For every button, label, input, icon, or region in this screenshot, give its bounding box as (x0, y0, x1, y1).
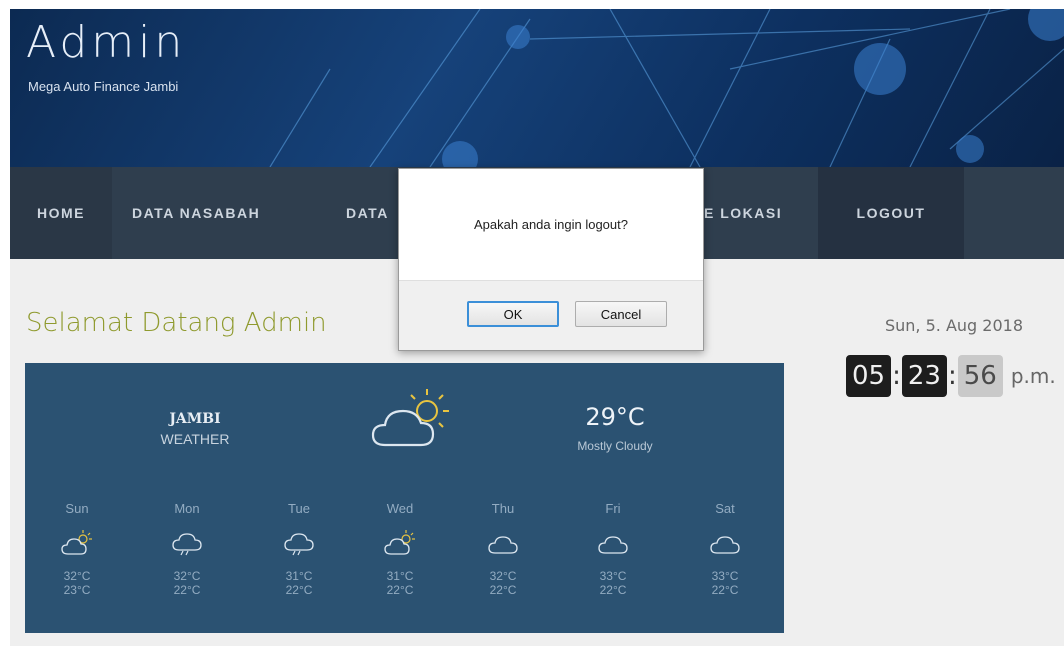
digital-clock: 05 : 23 : 56 p.m. (846, 354, 1056, 398)
dialog-message: Apakah anda ingin logout? (474, 217, 628, 232)
forecast-day-name: Sun (65, 501, 89, 516)
weather-label: WEATHER (160, 431, 230, 447)
nav-item-lokasi[interactable]: E LOKASI (704, 167, 782, 259)
forecast-day: Sun 32°C 23°C (37, 501, 117, 597)
forecast-high: 32°C (489, 569, 517, 583)
forecast-day-name: Sat (715, 501, 735, 516)
forecast-low: 23°C (63, 583, 91, 597)
forecast-low: 22°C (599, 583, 627, 597)
forecast-day: Tue 31°C 22°C (259, 501, 339, 597)
forecast-high: 33°C (711, 569, 739, 583)
weather-widget: JAMBI WEATHER 29°C Mostly Cloudy Sun 32°… (25, 363, 784, 633)
site-title: Admin (26, 17, 187, 68)
clock-seconds: 56 (957, 355, 1003, 397)
forecast-low: 22°C (173, 583, 201, 597)
nav-item-data-nasabah[interactable]: DATA NASABAH (132, 167, 260, 259)
current-condition: Mostly Cloudy (577, 439, 653, 453)
ok-button[interactable]: OK (467, 301, 559, 327)
forecast-low: 22°C (489, 583, 517, 597)
forecast-day-name: Thu (491, 501, 515, 516)
cloud-rain-icon (172, 533, 202, 556)
forecast-day: Mon 32°C 22°C (147, 501, 227, 597)
cloud-icon (710, 536, 740, 554)
nav-item-home[interactable]: HOME (10, 167, 112, 259)
cloud-icon (598, 536, 628, 554)
forecast-low: 22°C (711, 583, 739, 597)
welcome-heading: Selamat Datang Admin (26, 308, 327, 338)
forecast-day: Thu 32°C 22°C (463, 501, 543, 597)
cloud-sun-icon (384, 530, 415, 555)
forecast-low: 22°C (285, 583, 313, 597)
current-date: Sun, 5. Aug 2018 (884, 316, 1023, 335)
clock-minutes: 23 (901, 355, 947, 397)
dialog-footer: OK Cancel (399, 280, 703, 350)
forecast-day: Wed 31°C 22°C (360, 501, 440, 597)
cloud-icon (488, 536, 518, 554)
forecast-day: Fri 33°C 22°C (573, 501, 653, 597)
nav-item-data[interactable]: DATA (346, 167, 389, 259)
forecast-high: 31°C (285, 569, 313, 583)
cloud-sun-icon (371, 389, 449, 447)
logout-confirm-dialog: Apakah anda ingin logout? OK Cancel (398, 168, 704, 351)
site-subtitle: Mega Auto Finance Jambi (28, 79, 179, 94)
clock-ampm: p.m. (1010, 364, 1056, 388)
clock-separator: : (947, 361, 957, 391)
nav-item-logout[interactable]: LOGOUT (818, 167, 964, 259)
clock-separator: : (892, 361, 901, 391)
forecast-high: 32°C (63, 569, 91, 583)
weather-city: JAMBI (169, 411, 221, 427)
cloud-rain-icon (284, 533, 314, 556)
forecast-day-name: Tue (288, 501, 310, 516)
forecast-low: 22°C (386, 583, 414, 597)
forecast-day-name: Fri (605, 501, 621, 516)
forecast-high: 32°C (173, 569, 201, 583)
clock-hours: 05 (846, 355, 892, 397)
cancel-button[interactable]: Cancel (575, 301, 667, 327)
site-header: Admin Mega Auto Finance Jambi (10, 9, 1064, 167)
cloud-sun-icon (61, 530, 92, 555)
forecast-day-name: Wed (386, 501, 414, 516)
forecast-day-name: Mon (174, 501, 200, 516)
forecast-day: Sat 33°C 22°C (685, 501, 765, 597)
current-temperature: 29°C (585, 403, 645, 431)
forecast-high: 33°C (599, 569, 627, 583)
forecast-high: 31°C (386, 569, 414, 583)
